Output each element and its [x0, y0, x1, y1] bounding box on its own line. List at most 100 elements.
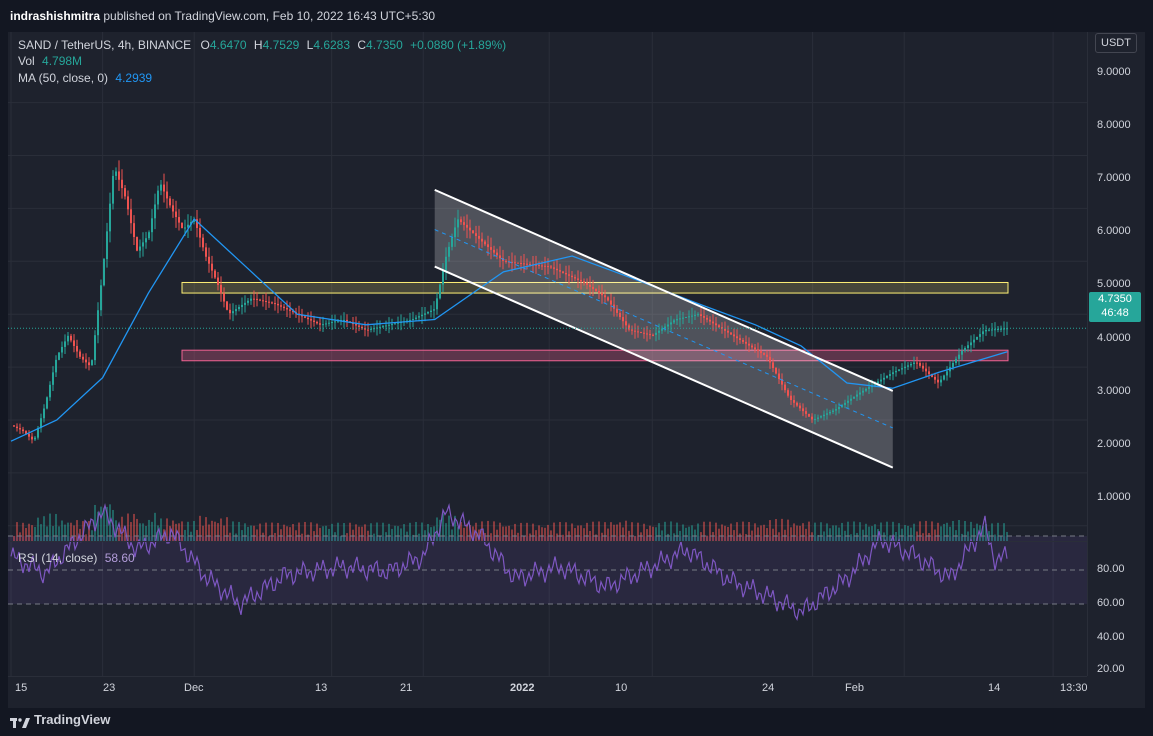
volume-value: 4.798M [42, 54, 83, 68]
candle-body [124, 188, 126, 197]
candle-body [892, 372, 894, 375]
candle-body [880, 379, 882, 382]
candle-body [58, 352, 60, 360]
candle-body [112, 175, 114, 204]
symbol-title[interactable]: SAND / TetherUS, 4h, BINANCE [18, 38, 191, 52]
candle-body [655, 332, 657, 335]
candle-body [499, 255, 501, 259]
change-value: +0.0880 (+1.89%) [410, 38, 507, 52]
candle-body [106, 231, 108, 260]
volume-label[interactable]: Vol [18, 54, 35, 68]
candle-body [460, 219, 462, 223]
rsi-tick-label: 80.00 [1097, 563, 1125, 575]
high-value: 4.7529 [262, 38, 300, 52]
candle-body [859, 392, 861, 395]
candle-body [754, 347, 756, 350]
candle-body [964, 347, 966, 351]
candle-body [724, 328, 726, 331]
pane-separator[interactable] [8, 541, 1087, 542]
price-tick-label: 9.0000 [1097, 66, 1131, 78]
candle-body [595, 288, 597, 292]
candle-body [766, 354, 768, 357]
price-tick-label: 5.0000 [1097, 278, 1131, 290]
candle-body [316, 321, 318, 324]
candle-body [487, 244, 489, 248]
candle-body [970, 342, 972, 346]
ma-label[interactable]: MA (50, close, 0) [18, 71, 108, 85]
candle-body [952, 362, 954, 368]
candle-body [169, 198, 171, 206]
candle-body [976, 336, 978, 340]
time-tick-label: 2022 [510, 682, 535, 694]
candle-body [481, 238, 483, 242]
time-tick-label: 15 [15, 682, 28, 694]
tradingview-logo[interactable]: TradingView [10, 712, 110, 728]
candle-body [268, 301, 270, 303]
candle-body [658, 330, 660, 333]
candle-body [259, 299, 261, 301]
candle-body [829, 411, 831, 414]
candle-body [427, 312, 429, 314]
candle-body [628, 325, 630, 330]
candle-body [517, 262, 519, 264]
candle-body [217, 277, 219, 285]
candle-body [673, 320, 675, 323]
candle-body [739, 338, 741, 341]
candle-body [424, 313, 426, 315]
candle-body [637, 331, 639, 333]
candle-body [925, 368, 927, 372]
candle-body [151, 218, 153, 233]
candle-body [484, 241, 486, 245]
currency-button[interactable]: USDT [1095, 33, 1137, 53]
candle-body [13, 425, 15, 427]
candle-body [850, 398, 852, 401]
candle-body [304, 316, 306, 318]
candle-body [139, 246, 141, 251]
candle-body [115, 171, 117, 176]
candle-body [220, 284, 222, 294]
candle-body [145, 238, 147, 243]
candle-body [28, 433, 30, 437]
chart-canvas[interactable] [8, 32, 1087, 676]
candle-body [691, 315, 693, 317]
candle-body [844, 402, 846, 405]
candle-body [421, 314, 423, 317]
candle-body [913, 362, 915, 364]
candle-body [808, 413, 810, 417]
candle-body [787, 390, 789, 396]
candle-body [811, 416, 813, 420]
candle-body [661, 328, 663, 331]
candle-body [385, 325, 387, 327]
candle-body [592, 286, 594, 289]
tradingview-logo-icon [10, 716, 30, 728]
candle-body [862, 390, 864, 393]
candle-body [565, 272, 567, 275]
candle-body [229, 309, 231, 314]
candle-body [451, 237, 453, 247]
candle-body [118, 171, 120, 180]
candle-body [475, 233, 477, 236]
candle-body [469, 227, 471, 231]
candle-body [205, 247, 207, 257]
candle-body [433, 309, 435, 311]
candle-body [436, 298, 438, 310]
candle-body [154, 204, 156, 219]
candle-body [706, 317, 708, 320]
candle-body [85, 359, 87, 363]
candle-body [718, 325, 720, 328]
candle-body [313, 320, 315, 322]
candle-body [1000, 328, 1002, 330]
candle-body [529, 264, 531, 266]
candle-body [610, 300, 612, 305]
rsi-label[interactable]: RSI (14, close) [18, 551, 97, 565]
candle-body [544, 265, 546, 267]
candle-body [547, 266, 549, 268]
candle-body [904, 366, 906, 369]
rsi-tick-label: 20.00 [1097, 663, 1125, 675]
candle-body [166, 191, 168, 199]
candle-body [88, 362, 90, 366]
candle-body [979, 334, 981, 337]
publisher-name[interactable]: indrashishmitra [10, 9, 100, 23]
candle-body [895, 370, 897, 373]
candle-body [649, 334, 651, 336]
